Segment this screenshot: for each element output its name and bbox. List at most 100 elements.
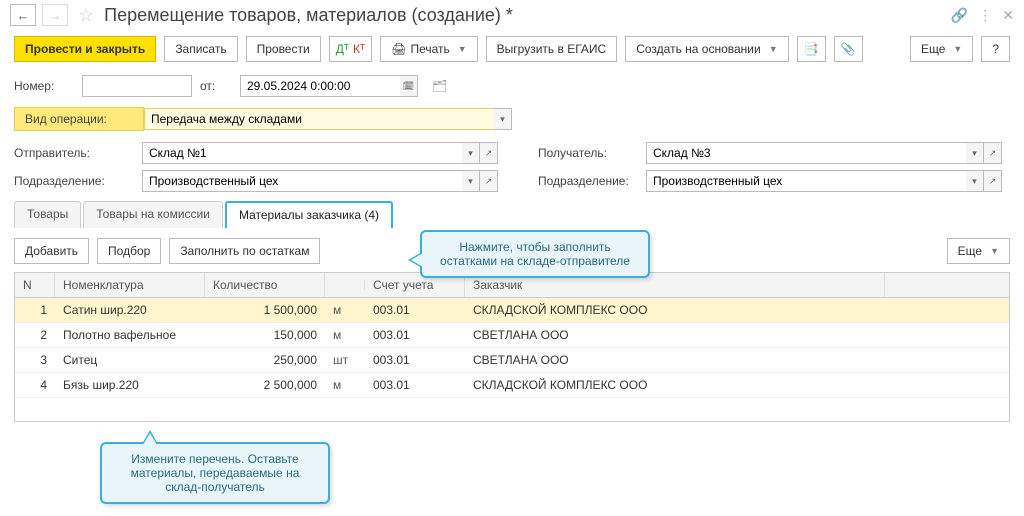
sub-more-button[interactable]: Еще▼: [947, 238, 1010, 264]
reports-button[interactable]: 📑: [797, 36, 826, 62]
operation-type-field[interactable]: ▾: [144, 108, 512, 130]
print-button[interactable]: 🖨Печать▼: [380, 36, 477, 62]
number-label: Номер:: [14, 79, 74, 93]
write-button[interactable]: Записать: [164, 36, 237, 62]
dt-kt-button[interactable]: Дᵀ Кᵀ: [329, 36, 373, 62]
cell-quantity: 250,000: [205, 348, 325, 372]
tab-commission[interactable]: Товары на комиссии: [83, 201, 223, 228]
close-icon[interactable]: ✕: [1002, 7, 1014, 24]
create-on-basis-button[interactable]: Создать на основании▼: [625, 36, 788, 62]
fill-by-stock-button[interactable]: Заполнить по остаткам: [169, 238, 320, 264]
table-row[interactable]: 2Полотно вафельное150,000м003.01СВЕТЛАНА…: [15, 323, 1009, 348]
cell-customer: СКЛАДСКОЙ КОМПЛЕКС ООО: [465, 373, 885, 397]
department-field-right[interactable]: ▾ ↗: [646, 170, 1002, 192]
cell-customer: СВЕТЛАНА ООО: [465, 323, 885, 347]
number-row: Номер: от: 🗓 🗂: [0, 72, 1024, 101]
table-row[interactable]: 3Ситец250,000шт003.01СВЕТЛАНА ООО: [15, 348, 1009, 373]
chevron-down-icon: ▼: [458, 44, 467, 54]
callout-edit-list: Измените перечень. Оставьте материалы, п…: [100, 442, 330, 504]
cell-quantity: 1 500,000: [205, 298, 325, 322]
operation-type-label: Вид операции:: [14, 107, 144, 131]
open-icon[interactable]: ↗: [984, 170, 1002, 192]
cell-unit: м: [325, 298, 365, 322]
sender-receiver-row: Отправитель: ▾ ↗ Получатель: ▾ ↗: [0, 139, 1024, 167]
cell-nomenclature: Сатин шир.220: [55, 298, 205, 322]
sender-field[interactable]: ▾ ↗: [142, 142, 498, 164]
number-input[interactable]: [82, 75, 192, 97]
cell-n: 3: [15, 348, 55, 372]
post-button[interactable]: Провести: [246, 36, 321, 62]
sender-label: Отправитель:: [14, 146, 134, 160]
department-row: Подразделение: ▾ ↗ Подразделение: ▾ ↗: [0, 167, 1024, 195]
chevron-down-icon[interactable]: ▾: [966, 170, 984, 192]
receiver-input[interactable]: [646, 142, 966, 164]
operation-type-row: Вид операции: ▾: [0, 101, 1024, 139]
col-n[interactable]: N: [15, 273, 55, 297]
col-quantity[interactable]: Количество: [205, 273, 325, 297]
post-and-close-button[interactable]: Провести и закрыть: [14, 36, 156, 62]
chevron-down-icon[interactable]: ▾: [462, 142, 480, 164]
cell-customer: СКЛАДСКОЙ КОМПЛЕКС ООО: [465, 298, 885, 322]
chevron-down-icon[interactable]: ▾: [494, 108, 512, 130]
titlebar: ← → ☆ Перемещение товаров, материалов (с…: [0, 0, 1024, 32]
egais-button[interactable]: Выгрузить в ЕГАИС: [486, 36, 618, 62]
more-icon[interactable]: ⋮: [978, 7, 992, 24]
help-button[interactable]: ?: [981, 36, 1010, 62]
attach-button[interactable]: 📎: [834, 36, 863, 62]
cell-nomenclature: Ситец: [55, 348, 205, 372]
department-input-right[interactable]: [646, 170, 966, 192]
pick-button[interactable]: Подбор: [97, 238, 161, 264]
cell-n: 2: [15, 323, 55, 347]
calendar-icon[interactable]: 🗓: [400, 75, 418, 97]
col-unit: [325, 280, 365, 290]
materials-grid: N Номенклатура Количество Счет учета Зак…: [14, 272, 1010, 422]
chevron-down-icon[interactable]: ▾: [966, 142, 984, 164]
cell-nomenclature: Полотно вафельное: [55, 323, 205, 347]
department-label-right: Подразделение:: [538, 174, 638, 188]
table-row[interactable]: 1Сатин шир.2201 500,000м003.01СКЛАДСКОЙ …: [15, 298, 1009, 323]
cell-quantity: 150,000: [205, 323, 325, 347]
department-input-left[interactable]: [142, 170, 462, 192]
receiver-label: Получатель:: [538, 146, 638, 160]
cell-account: 003.01: [365, 348, 465, 372]
printer-icon: 🖨: [391, 42, 406, 56]
cell-unit: м: [325, 323, 365, 347]
cell-n: 4: [15, 373, 55, 397]
page-title: Перемещение товаров, материалов (создани…: [104, 5, 513, 26]
cell-unit: шт: [325, 348, 365, 372]
link-icon[interactable]: 🔗: [951, 7, 968, 24]
kt-icon: Кᵀ: [353, 42, 365, 56]
report-icon: 📑: [804, 42, 819, 56]
open-icon[interactable]: ↗: [984, 142, 1002, 164]
operation-type-input[interactable]: [144, 108, 494, 130]
chevron-down-icon: ▼: [953, 44, 962, 54]
cell-unit: м: [325, 373, 365, 397]
form-icon[interactable]: 🗂: [432, 79, 447, 93]
tab-customer-materials[interactable]: Материалы заказчика (4): [225, 201, 393, 228]
open-icon[interactable]: ↗: [480, 142, 498, 164]
cell-nomenclature: Бязь шир.220: [55, 373, 205, 397]
date-input[interactable]: [240, 75, 400, 97]
dt-icon: Дᵀ: [336, 42, 349, 56]
receiver-field[interactable]: ▾ ↗: [646, 142, 1002, 164]
department-field-left[interactable]: ▾ ↗: [142, 170, 498, 192]
cell-account: 003.01: [365, 298, 465, 322]
nav-back-button[interactable]: ←: [10, 4, 36, 26]
main-toolbar: Провести и закрыть Записать Провести Дᵀ К…: [0, 32, 1024, 72]
open-icon[interactable]: ↗: [480, 170, 498, 192]
tab-goods[interactable]: Товары: [14, 201, 81, 228]
date-from-label: от:: [200, 79, 232, 93]
more-button[interactable]: Еще▼: [910, 36, 973, 62]
cell-account: 003.01: [365, 323, 465, 347]
tabs: Товары Товары на комиссии Материалы зака…: [0, 195, 1024, 228]
chevron-down-icon[interactable]: ▾: [462, 170, 480, 192]
favorite-star-icon[interactable]: ☆: [78, 5, 94, 26]
table-row[interactable]: 4Бязь шир.2202 500,000м003.01СКЛАДСКОЙ К…: [15, 373, 1009, 398]
nav-forward-button: →: [42, 4, 68, 26]
date-field[interactable]: 🗓: [240, 75, 418, 97]
sender-input[interactable]: [142, 142, 462, 164]
col-nomenclature[interactable]: Номенклатура: [55, 273, 205, 297]
callout-fill-by-stock: Нажмите, чтобы заполнить остатками на ск…: [420, 230, 650, 278]
add-button[interactable]: Добавить: [14, 238, 89, 264]
cell-customer: СВЕТЛАНА ООО: [465, 348, 885, 372]
